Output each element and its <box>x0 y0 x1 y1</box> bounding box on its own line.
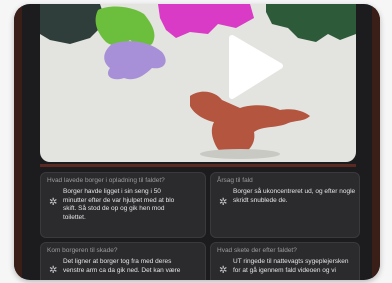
answer-line: skift. Så stod de op og gik hen mod <box>63 205 165 212</box>
answer-line: minutter efter de var hjulpet med at blo <box>63 196 175 204</box>
answer-line: Det ligner at borger tog fra med deres <box>63 258 172 265</box>
answer-line: for at gå igennem fald videoen og vi <box>233 266 336 274</box>
play-button[interactable] <box>218 32 288 102</box>
answer-line: Borger havde ligget i sin seng i 50 <box>63 188 161 195</box>
frame-edge-left <box>14 4 22 280</box>
section-divider <box>40 164 356 167</box>
figure-purple <box>104 41 166 80</box>
card-title: Hvad lavede borger i opladning til falde… <box>47 177 165 184</box>
card-title: Kom borgeren til skade? <box>47 247 118 254</box>
sparkle-icon: ✲ <box>49 265 58 276</box>
figure-green <box>95 6 155 47</box>
play-icon <box>229 35 283 99</box>
card-answer: UT ringede til nattevagts sygeplejersken… <box>233 258 353 275</box>
video-player[interactable] <box>40 4 356 162</box>
device-frame: Hvad lavede borger i opladning til falde… <box>14 4 380 280</box>
answer-line: toilettet. <box>63 213 86 221</box>
answer-line: venstre arm ca da gik ned. Det kan være <box>63 266 181 274</box>
question-card-aftermath[interactable]: Hvad skete der efter faldet? ✲ UT ringed… <box>210 242 360 280</box>
sparkle-icon: ✲ <box>219 265 228 276</box>
card-answer: Det ligner at borger tog fra med deres v… <box>63 258 199 275</box>
card-title: Hvad skete der efter faldet? <box>217 247 297 254</box>
answer-line: UT ringede til nattevagts sygeplejersken <box>233 258 349 265</box>
video-frame-figures <box>40 4 356 159</box>
question-card-injury[interactable]: Kom borgeren til skade? ✲ Det ligner at … <box>40 242 206 280</box>
sparkle-icon: ✲ <box>49 197 58 208</box>
question-card-activity[interactable]: Hvad lavede borger i opladning til falde… <box>40 172 206 238</box>
card-answer: Borger så ukoncentreret ud, og efter nog… <box>233 188 356 205</box>
sparkle-icon: ✲ <box>219 197 228 208</box>
card-title: Årsag til fald <box>217 177 253 184</box>
frame-edge-right <box>372 4 380 280</box>
question-card-cause[interactable]: Årsag til fald ✲ Borger så ukoncentreret… <box>210 172 360 238</box>
card-answer: Borger havde ligget i sin seng i 50 minu… <box>63 188 199 222</box>
answer-line: skridt snublede de. <box>233 196 288 204</box>
answer-line: Borger så ukoncentreret ud, og efter nog… <box>233 188 356 195</box>
